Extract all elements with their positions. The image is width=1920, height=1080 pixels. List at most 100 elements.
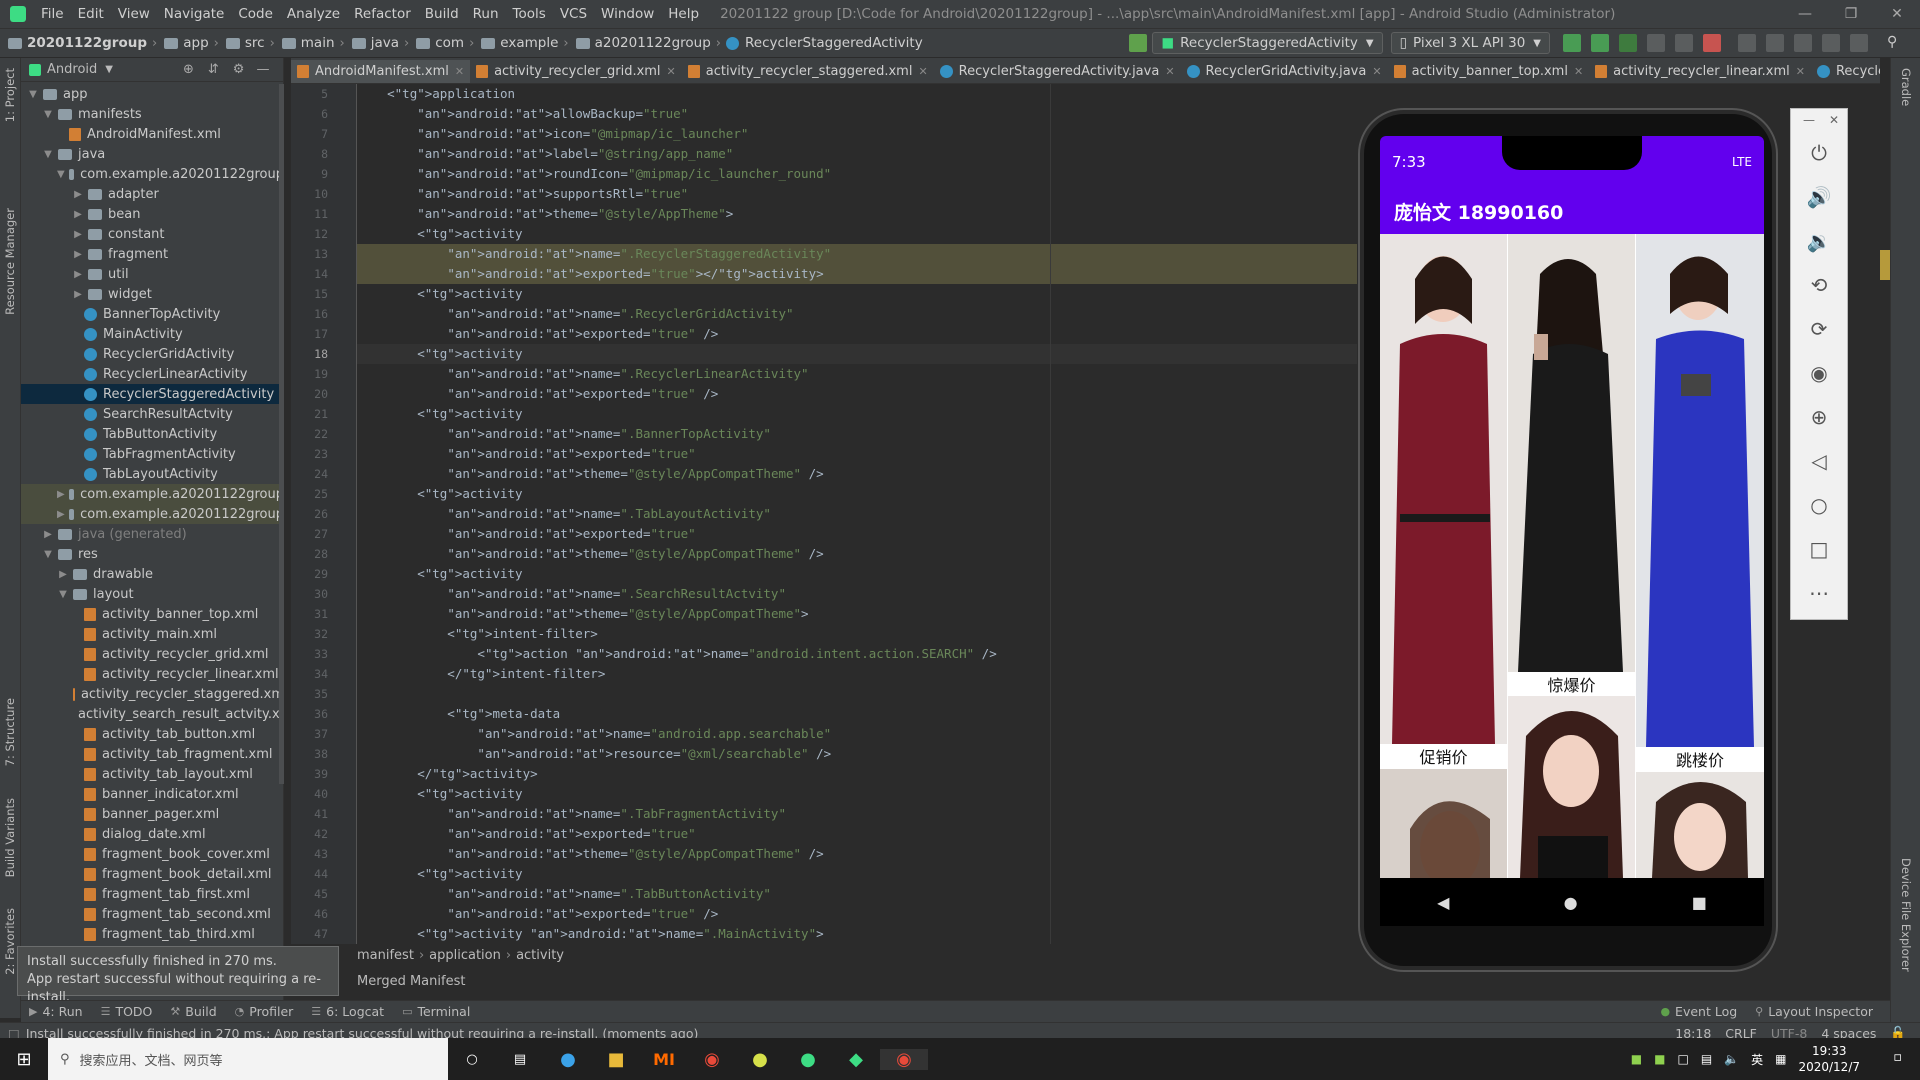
notification-icon[interactable]: ▫ bbox=[1893, 1050, 1902, 1065]
tree-item[interactable]: activity_tab_fragment.xml bbox=[21, 744, 284, 764]
tree-item[interactable]: activity_main.xml bbox=[21, 624, 284, 644]
tray-icon[interactable]: ■ bbox=[1631, 1052, 1642, 1066]
code-line[interactable]: <"tg">activity bbox=[357, 484, 1357, 504]
android-app-icon[interactable]: ● bbox=[784, 1049, 832, 1070]
chevron-down-icon[interactable]: ▼ bbox=[105, 64, 113, 75]
tree-item[interactable]: TabFragmentActivity bbox=[21, 444, 284, 464]
rotate-left-icon[interactable]: ⟲ bbox=[1791, 263, 1847, 307]
menu-item-build[interactable]: Build bbox=[418, 6, 466, 22]
code-line[interactable]: "an">android:"at">allowBackup="true" bbox=[357, 104, 1357, 124]
close-tab-icon[interactable]: ✕ bbox=[1796, 65, 1805, 78]
chrome-icon[interactable]: ◉ bbox=[688, 1049, 736, 1070]
logcat-tool-button[interactable]: ☰ 6: Logcat bbox=[311, 1004, 384, 1019]
collapse-arrow-icon[interactable]: ▶ bbox=[57, 569, 69, 580]
android-studio-icon[interactable]: ◆ bbox=[832, 1049, 880, 1070]
editor-tab[interactable]: RecyclerLinearActivity.java✕ bbox=[1811, 58, 1880, 83]
grid-item[interactable] bbox=[1508, 696, 1635, 878]
tree-item[interactable]: ▶ bean bbox=[21, 204, 284, 224]
code-line[interactable]: </"tg">intent-filter> bbox=[357, 664, 1357, 684]
tree-item[interactable]: activity_tab_button.xml bbox=[21, 724, 284, 744]
grid-item[interactable] bbox=[1380, 769, 1507, 878]
stop-icon[interactable] bbox=[1703, 34, 1721, 52]
menu-item-analyze[interactable]: Analyze bbox=[280, 6, 347, 22]
run-tool-button[interactable]: ▶ 4: Run bbox=[29, 1004, 83, 1019]
expand-arrow-icon[interactable]: ▼ bbox=[57, 169, 65, 180]
emulator-minimize-icon[interactable]: — bbox=[1803, 113, 1815, 127]
tree-item[interactable]: ▼ com.example.a20201122group bbox=[21, 164, 284, 184]
tree-item[interactable]: RecyclerStaggeredActivity bbox=[21, 384, 284, 404]
avd-manager-icon[interactable] bbox=[1738, 34, 1756, 52]
editor-tab[interactable]: activity_recycler_grid.xml ✕ bbox=[470, 58, 682, 83]
menu-item-edit[interactable]: Edit bbox=[71, 6, 111, 22]
layout-inspector-icon[interactable] bbox=[1850, 34, 1868, 52]
tree-item[interactable]: ▶ constant bbox=[21, 224, 284, 244]
close-tab-icon[interactable]: ✕ bbox=[1165, 65, 1174, 78]
tree-item[interactable]: TabLayoutActivity bbox=[21, 464, 284, 484]
code-line[interactable]: "an">android:"at">roundIcon="@mipmap/ic_… bbox=[357, 164, 1357, 184]
network-icon[interactable]: ▤ bbox=[1701, 1052, 1712, 1066]
input-method[interactable]: 英 bbox=[1751, 1051, 1763, 1068]
collapse-arrow-icon[interactable]: ▶ bbox=[72, 249, 84, 260]
home-icon[interactable]: ○ bbox=[1791, 483, 1847, 527]
search-icon[interactable]: ⚲ bbox=[1887, 34, 1905, 52]
tree-item[interactable]: banner_pager.xml bbox=[21, 804, 284, 824]
expand-arrow-icon[interactable]: ▼ bbox=[42, 549, 54, 560]
tree-item[interactable]: ▶ util bbox=[21, 264, 284, 284]
menu-item-code[interactable]: Code bbox=[231, 6, 280, 22]
structure-tab[interactable]: 7: Structure bbox=[3, 698, 17, 766]
file-explorer-icon[interactable]: ■ bbox=[592, 1049, 640, 1070]
code-line[interactable]: "an">android:"at">name=".RecyclerGridAct… bbox=[357, 304, 1357, 324]
collapse-arrow-icon[interactable]: ▶ bbox=[72, 289, 84, 300]
code-line[interactable]: "an">android:"at">name=".SearchResultAct… bbox=[357, 584, 1357, 604]
code-line[interactable]: "an">android:"at">exported="true" bbox=[357, 824, 1357, 844]
collapse-arrow-icon[interactable]: ▶ bbox=[72, 189, 84, 200]
tree-item[interactable]: ▶ java (generated) bbox=[21, 524, 284, 544]
tree-item[interactable]: fragment_tab_first.xml bbox=[21, 884, 284, 904]
tree-item[interactable]: RecyclerGridActivity bbox=[21, 344, 284, 364]
tree-item[interactable]: AndroidManifest.xml bbox=[21, 124, 284, 144]
code-line[interactable]: "an">android:"at">exported="true"></"tg"… bbox=[357, 264, 1357, 284]
code-line[interactable]: "an">android:"at">theme="@style/AppCompa… bbox=[357, 544, 1357, 564]
menu-item-help[interactable]: Help bbox=[661, 6, 706, 22]
gradle-tab[interactable]: Gradle bbox=[1899, 68, 1913, 106]
nav-recents-icon[interactable]: ■ bbox=[1692, 893, 1707, 912]
device-select[interactable]: ▯ Pixel 3 XL API 30 ▼ bbox=[1390, 32, 1550, 54]
event-log-button[interactable]: ● Event Log bbox=[1660, 1004, 1737, 1019]
restore-icon[interactable]: ❐ bbox=[1828, 6, 1874, 22]
sdk-manager-icon[interactable] bbox=[1794, 34, 1812, 52]
code-line[interactable]: "an">android:"at">theme="@style/AppCompa… bbox=[357, 464, 1357, 484]
tree-item[interactable]: fragment_tab_third.xml bbox=[21, 924, 284, 944]
keyboard-icon[interactable]: ▦ bbox=[1775, 1052, 1786, 1066]
editor-tab[interactable]: activity_banner_top.xml ✕ bbox=[1388, 58, 1590, 83]
expand-arrow-icon[interactable]: ▼ bbox=[42, 109, 54, 120]
cortana-icon[interactable]: ○ bbox=[448, 1052, 496, 1067]
apply-code-changes-icon[interactable] bbox=[1591, 34, 1609, 52]
tree-item[interactable]: fragment_tab_second.xml bbox=[21, 904, 284, 924]
mi-icon[interactable]: MI bbox=[640, 1050, 688, 1069]
code-line[interactable]: <"tg">activity bbox=[357, 224, 1357, 244]
editor-tab[interactable]: AndroidManifest.xml ✕ bbox=[291, 59, 471, 83]
tree-item[interactable]: activity_banner_top.xml bbox=[21, 604, 284, 624]
code-line[interactable]: "an">android:"at">theme="@style/AppCompa… bbox=[357, 844, 1357, 864]
tree-item[interactable]: ▼ manifests bbox=[21, 104, 284, 124]
screenshot-icon[interactable]: ◉ bbox=[1791, 351, 1847, 395]
build-variants-tab[interactable]: Build Variants bbox=[3, 798, 17, 877]
grid-item[interactable]: 惊爆价 bbox=[1508, 234, 1635, 694]
menu-item-tools[interactable]: Tools bbox=[506, 6, 553, 22]
code-line[interactable]: </"tg">activity> bbox=[357, 764, 1357, 784]
collapse-arrow-icon[interactable]: ▶ bbox=[72, 229, 84, 240]
volume-down-icon[interactable]: 🔉 bbox=[1791, 219, 1847, 263]
code-line[interactable]: <"tg">activity bbox=[357, 344, 1357, 364]
breadcrumb-item[interactable]: 20201122group bbox=[6, 35, 147, 51]
grid-item[interactable]: 跳楼价 bbox=[1636, 234, 1764, 770]
minimize-icon[interactable]: — bbox=[1782, 6, 1828, 22]
run-config-select[interactable]: ■ RecyclerStaggeredActivity ▼ bbox=[1152, 32, 1383, 54]
collapse-arrow-icon[interactable]: ▶ bbox=[42, 529, 54, 540]
back-icon[interactable]: ◁ bbox=[1791, 439, 1847, 483]
code-line[interactable]: "an">android:"at">exported="true" /> bbox=[357, 324, 1357, 344]
code-line[interactable]: <"tg">activity bbox=[357, 404, 1357, 424]
close-tab-icon[interactable]: ✕ bbox=[455, 65, 464, 78]
code-line[interactable]: "an">android:"at">name=".TabButtonActivi… bbox=[357, 884, 1357, 904]
close-tab-icon[interactable]: ✕ bbox=[667, 65, 676, 78]
code-line[interactable]: "an">android:"at">exported="true" /> bbox=[357, 384, 1357, 404]
